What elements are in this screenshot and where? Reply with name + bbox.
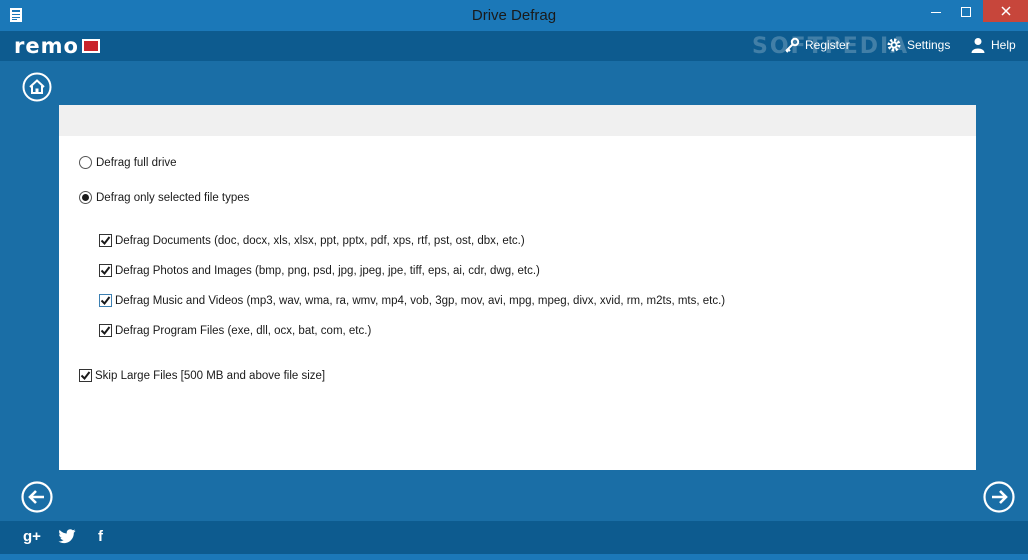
documents-label: Defrag Documents (doc, docx, xls, xlsx, … bbox=[115, 234, 525, 247]
gear-icon bbox=[887, 38, 901, 52]
minimize-button[interactable] bbox=[922, 0, 950, 24]
minimize-icon bbox=[931, 12, 941, 13]
checkbox-checked bbox=[99, 294, 112, 307]
photos-checkbox[interactable]: Defrag Photos and Images (bmp, png, psd,… bbox=[99, 264, 540, 277]
footer-bar: g+ f bbox=[0, 521, 1028, 554]
program-files-label: Defrag Program Files (exe, dll, ocx, bat… bbox=[115, 324, 372, 337]
defrag-selected-types-label: Defrag only selected file types bbox=[96, 191, 250, 204]
music-videos-checkbox[interactable]: Defrag Music and Videos (mp3, wav, wma, … bbox=[99, 294, 725, 307]
register-link[interactable]: Register bbox=[784, 37, 850, 53]
home-icon[interactable] bbox=[22, 72, 52, 102]
settings-link[interactable]: Settings bbox=[886, 37, 950, 53]
google-plus-icon[interactable]: g+ bbox=[23, 528, 41, 546]
window-titlebar: Drive Defrag bbox=[0, 0, 1028, 31]
help-link[interactable]: Help bbox=[970, 37, 1016, 53]
checkmark-icon bbox=[100, 266, 111, 276]
checkbox-checked bbox=[79, 369, 92, 382]
defrag-selected-types-radio[interactable]: Defrag only selected file types bbox=[79, 191, 249, 204]
checkmark-icon bbox=[100, 296, 111, 306]
logo-red-square bbox=[81, 39, 100, 53]
checkmark-icon bbox=[100, 326, 111, 336]
maximize-button[interactable] bbox=[953, 0, 979, 24]
user-icon bbox=[971, 38, 985, 53]
checkbox-checked bbox=[99, 234, 112, 247]
radio-unselected bbox=[79, 156, 92, 169]
facebook-icon[interactable]: f bbox=[98, 528, 103, 546]
key-icon bbox=[785, 37, 800, 53]
remo-logo: remo bbox=[14, 34, 100, 58]
panel-header bbox=[59, 105, 976, 136]
music-videos-label: Defrag Music and Videos (mp3, wav, wma, … bbox=[115, 294, 726, 307]
documents-checkbox[interactable]: Defrag Documents (doc, docx, xls, xlsx, … bbox=[99, 234, 525, 247]
back-arrow-icon[interactable] bbox=[21, 481, 53, 513]
app-header: remo SOFTPEDIA Register Settings Help bbox=[0, 31, 1028, 61]
checkmark-icon bbox=[80, 371, 91, 381]
checkbox-checked bbox=[99, 324, 112, 337]
checkmark-icon bbox=[100, 236, 111, 246]
close-icon bbox=[1000, 6, 1011, 16]
register-label: Register bbox=[805, 38, 850, 52]
settings-label: Settings bbox=[907, 38, 951, 52]
options-panel: Defrag full drive Defrag only selected f… bbox=[59, 105, 976, 470]
help-label: Help bbox=[991, 38, 1016, 52]
skip-large-files-label: Skip Large Files [500 MB and above file … bbox=[95, 369, 326, 382]
checkbox-checked bbox=[99, 264, 112, 277]
skip-large-files-checkbox[interactable]: Skip Large Files [500 MB and above file … bbox=[79, 369, 325, 382]
defrag-full-drive-label: Defrag full drive bbox=[96, 156, 177, 169]
twitter-icon[interactable] bbox=[58, 529, 76, 544]
defrag-full-drive-radio[interactable]: Defrag full drive bbox=[79, 156, 177, 169]
close-button[interactable] bbox=[983, 0, 1028, 22]
photos-label: Defrag Photos and Images (bmp, png, psd,… bbox=[115, 264, 540, 277]
window-bottom-border bbox=[0, 554, 1028, 560]
next-arrow-icon[interactable] bbox=[983, 481, 1015, 513]
window-title: Drive Defrag bbox=[471, 7, 557, 24]
radio-selected bbox=[79, 191, 92, 204]
program-files-checkbox[interactable]: Defrag Program Files (exe, dll, ocx, bat… bbox=[99, 324, 371, 337]
maximize-icon bbox=[961, 7, 971, 17]
logo-text: remo bbox=[14, 34, 79, 58]
